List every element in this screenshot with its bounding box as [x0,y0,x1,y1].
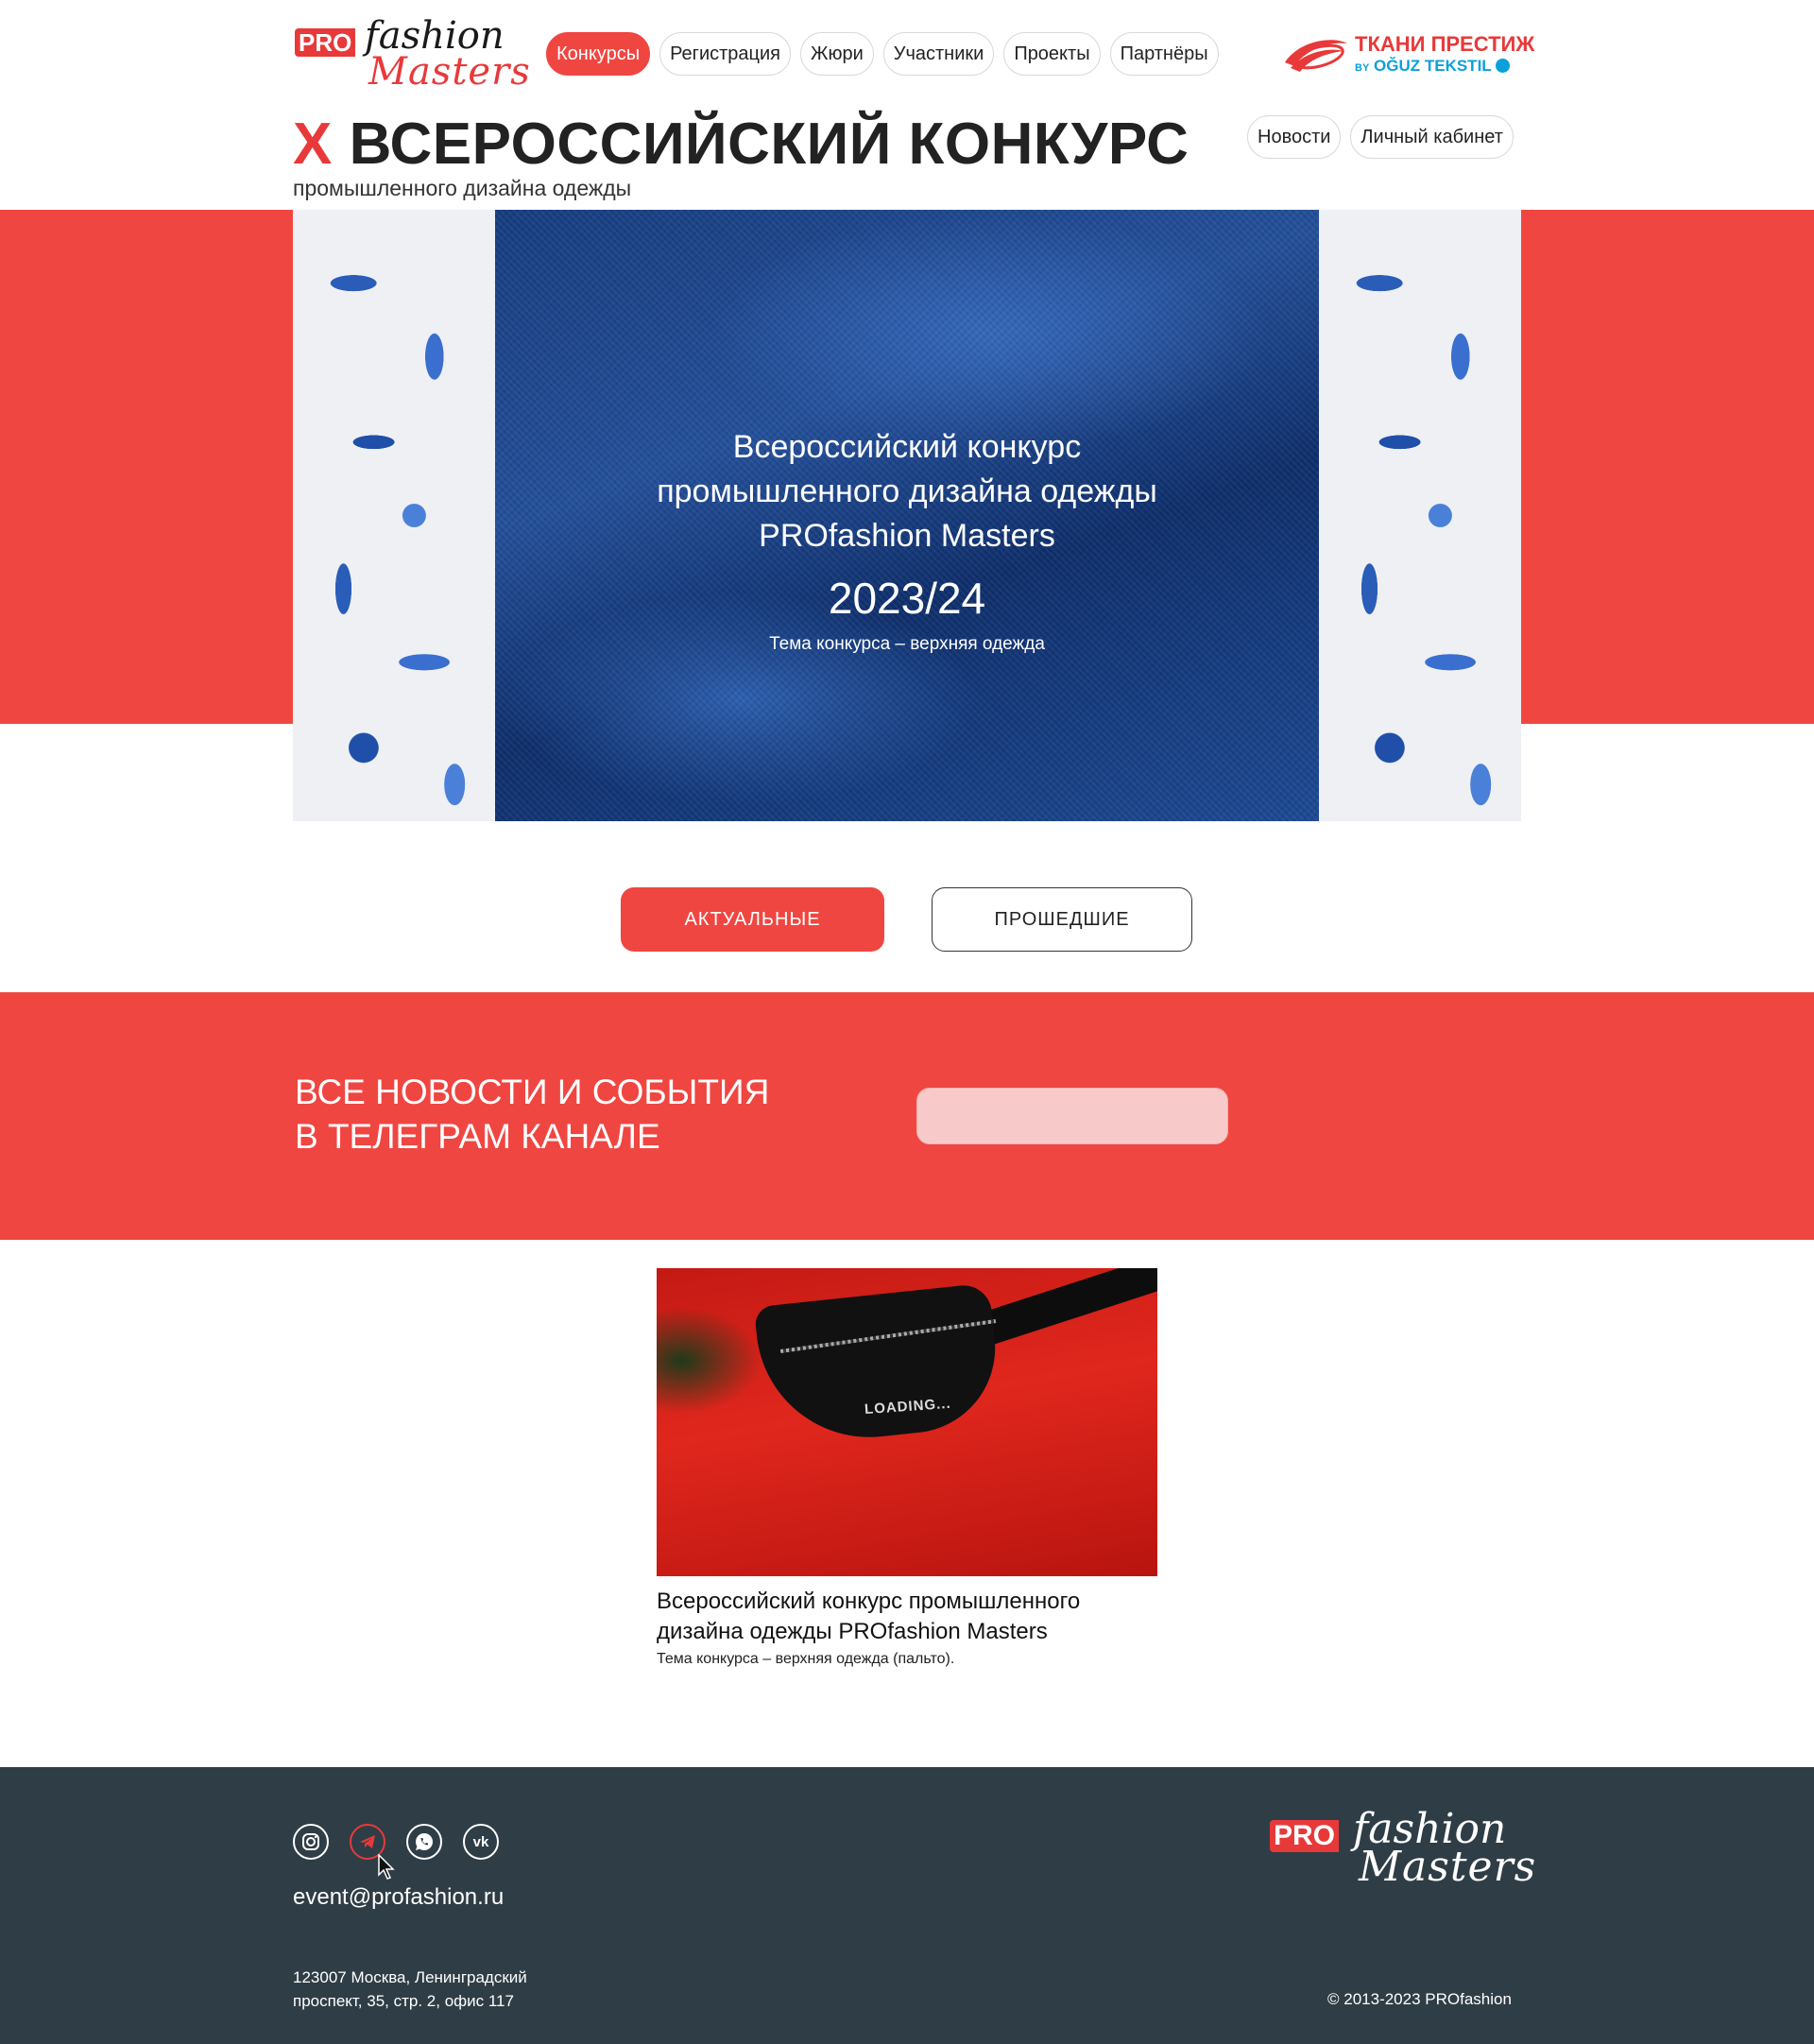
hero-text: Всероссийский конкурс промышленного диза… [495,425,1319,655]
logo-masters-text: Masters [368,50,531,94]
hero-theme: Тема конкурса – верхняя одежда [769,634,1045,654]
partner-swirl-icon [1285,40,1347,72]
instagram-icon[interactable] [293,1824,329,1860]
news-link[interactable]: Новости [1247,115,1342,159]
belt-bag [753,1282,1004,1449]
contest-card-subtitle: Тема конкурса – верхняя одежда (пальто). [657,1651,955,1667]
hero-banner[interactable]: Всероссийский конкурс промышленного диза… [293,210,1521,821]
page-title: X ВСЕРОССИЙСКИЙ КОНКУРС [293,112,1189,178]
site-logo[interactable]: PRO fashion Masters [293,13,530,93]
contest-card-title[interactable]: Всероссийский конкурс промышленного диза… [657,1587,1157,1647]
page-subtitle: промышленного дизайна одежды [293,176,632,200]
floral-pattern-left [293,210,495,821]
page-title-text: ВСЕРОССИЙСКИЙ КОНКУРС [349,112,1189,177]
nav-item-participants[interactable]: Участники [882,32,995,76]
actual-contests-button[interactable]: АКТУАЛЬНЫЕ [621,887,884,952]
vk-glyph: vk [472,1833,489,1850]
hero-year: 2023/24 [828,574,986,623]
telegram-heading: ВСЕ НОВОСТИ И СОБЫТИЯ В ТЕЛЕГРАМ КАНАЛЕ [295,1070,769,1159]
telegram-glyph [360,1835,375,1848]
site-footer: vk [0,1767,1814,2044]
nav-item-jury[interactable]: Жюри [800,32,874,76]
nav-item-contests[interactable]: Конкурсы [546,32,651,76]
hero-line-1: Всероссийский конкурс [732,429,1082,465]
contest-card-image[interactable]: LOADING... [657,1268,1157,1576]
telegram-heading-line-2: В ТЕЛЕГРАМ КАНАЛЕ [295,1117,660,1156]
secondary-nav: Новости Личный кабинет [1247,115,1514,159]
nav-item-partners[interactable]: Партнёры [1109,32,1219,76]
main-nav: Конкурсы Регистрация Жюри Участники Прое… [546,32,1219,76]
footer-copyright: © 2013-2023 PROfashion [1327,1990,1512,2008]
partner-name: OĞUZ TEKSTIL [1374,57,1492,75]
footer-logo-pro: PRO [1270,1820,1340,1852]
whatsapp-icon[interactable] [406,1824,442,1860]
partner-logo[interactable]: ТКАНИ ПРЕСТИЖ BY OĞUZ TEKSTIL [1281,32,1534,79]
telegram-section [0,992,1814,1240]
edition-number: X [293,112,333,177]
whatsapp-glyph [416,1833,433,1850]
floral-pattern-right [1319,210,1521,821]
partner-badge-icon [1496,59,1511,73]
footer-logo-masters: Masters [1359,1843,1537,1891]
vk-icon[interactable]: vk [463,1824,499,1860]
hero-line-3: PROfashion Masters [759,518,1055,554]
telegram-heading-line-1: ВСЕ НОВОСТИ И СОБЫТИЯ [295,1073,770,1111]
footer-logo[interactable]: PRO fashion Masters [1268,1809,1535,1894]
hero-line-2: промышленного дизайна одежды [657,473,1157,509]
past-contests-button[interactable]: ПРОШЕДШИЕ [932,887,1192,952]
footer-address-line-1: 123007 Москва, Ленинградский [293,1968,527,1986]
nav-item-registration[interactable]: Регистрация [659,32,791,76]
partner-by: BY [1355,62,1370,74]
mouse-cursor-icon [378,1854,395,1880]
footer-email[interactable]: event@profashion.ru [293,1884,504,1911]
nav-item-projects[interactable]: Проекты [1003,32,1101,76]
telegram-link-button[interactable] [916,1088,1228,1144]
logo-pro-text: PRO [295,28,356,57]
footer-address: 123007 Москва, Ленинградский проспект, 3… [293,1966,527,2013]
account-link[interactable]: Личный кабинет [1350,115,1514,159]
footer-address-line-2: проспект, 35, стр. 2, офис 117 [293,1992,514,2010]
instagram-glyph [302,1833,319,1850]
partner-title: ТКАНИ ПРЕСТИЖ [1355,32,1535,56]
partner-subtitle: BY OĞUZ TEKSTIL [1355,57,1511,76]
